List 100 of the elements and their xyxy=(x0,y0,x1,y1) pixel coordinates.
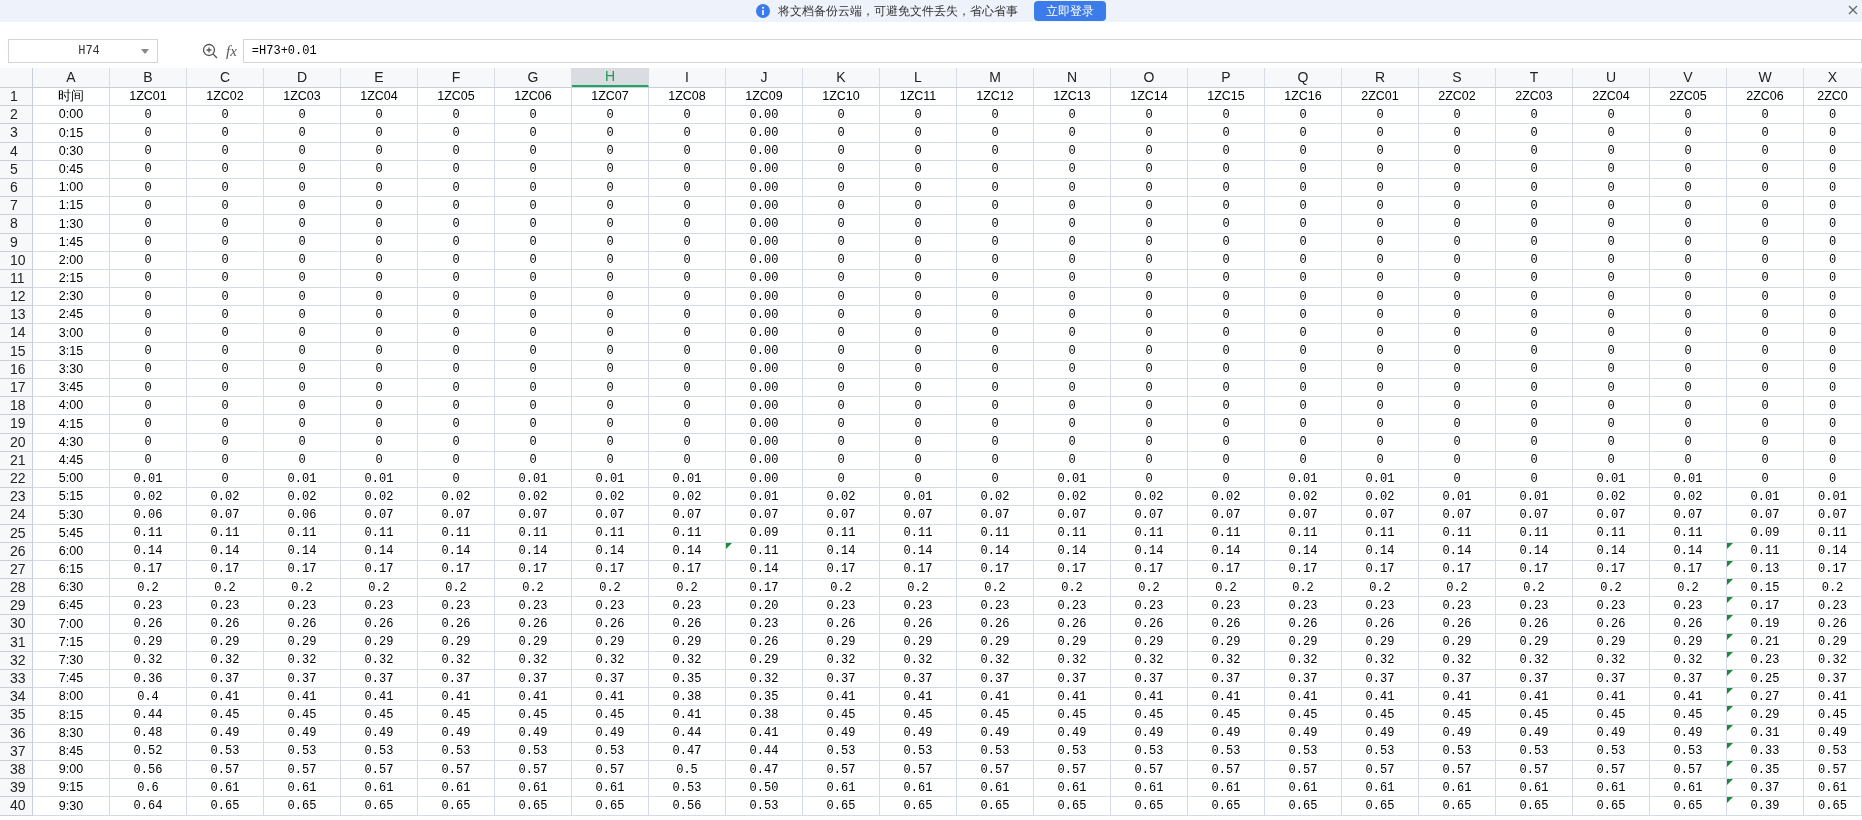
table-cell-text: 0.37 xyxy=(1134,670,1164,688)
table-cell-text: 0 xyxy=(914,143,922,161)
table-cell-text: 0.23 xyxy=(1211,597,1241,615)
row-header[interactable]: 33 xyxy=(0,670,33,689)
table-cell-text: 0.02 xyxy=(980,488,1010,506)
row-header[interactable]: 7 xyxy=(0,197,33,216)
column-header[interactable]: D xyxy=(264,68,341,87)
table-cell-text: 0 xyxy=(298,397,306,415)
row-header[interactable]: 2 xyxy=(0,106,33,125)
login-button[interactable]: 立即登录 xyxy=(1034,1,1106,21)
row-header[interactable]: 3 xyxy=(0,124,33,143)
row-header[interactable]: 39 xyxy=(0,779,33,798)
column-header[interactable]: C xyxy=(187,68,264,87)
formula-field[interactable]: =H73+0.01 xyxy=(242,39,1862,63)
table-cell-text: 0 xyxy=(1530,306,1538,324)
table-cell-text: 0 xyxy=(452,197,460,215)
row-header[interactable]: 24 xyxy=(0,506,33,525)
column-header[interactable]: N xyxy=(1034,68,1111,87)
zoom-icon[interactable] xyxy=(202,43,218,59)
table-cell-text: 0 xyxy=(298,252,306,270)
table-cell-text: 0.45 xyxy=(903,706,933,724)
table-cell-text: 0.14 xyxy=(595,543,625,561)
table-cell-text: 0 xyxy=(991,343,999,361)
table-cell-text: 0 xyxy=(1299,252,1307,270)
table-cell-text: 0.53 xyxy=(1519,743,1549,761)
table-cell-text: 0 xyxy=(1453,124,1461,142)
row-header[interactable]: 14 xyxy=(0,324,33,343)
column-header[interactable]: O xyxy=(1111,68,1188,87)
column-header[interactable]: B xyxy=(110,68,187,87)
row-header[interactable]: 1 xyxy=(0,88,33,107)
row-header[interactable]: 8 xyxy=(0,215,33,234)
table-cell-text: 0.07 xyxy=(1596,506,1626,524)
table-cell-text: 0.02 xyxy=(1365,488,1395,506)
column-header[interactable]: P xyxy=(1188,68,1265,87)
column-header[interactable]: X xyxy=(1804,68,1862,87)
row-header[interactable]: 19 xyxy=(0,415,33,434)
table-cell-text: 0 xyxy=(452,124,460,142)
table-cell-text: 0.49 xyxy=(1057,725,1087,743)
close-icon[interactable] xyxy=(1848,5,1858,15)
table-cell-text: 0.2 xyxy=(907,579,929,597)
column-header[interactable]: A xyxy=(33,68,110,87)
table-cell-text: 0.61 xyxy=(1442,779,1472,797)
table-cell-text: 0 xyxy=(1222,361,1230,379)
table-cell-text: 0 xyxy=(1299,270,1307,288)
table-cell-text: 0.17 xyxy=(1134,561,1164,579)
column-header[interactable]: E xyxy=(341,68,418,87)
row-header[interactable]: 40 xyxy=(0,797,33,816)
table-cell-text: 0 xyxy=(298,434,306,452)
row-header[interactable]: 29 xyxy=(0,597,33,616)
table-cell-text: 0.37 xyxy=(1442,670,1472,688)
column-header[interactable]: U xyxy=(1573,68,1650,87)
column-header[interactable]: W xyxy=(1727,68,1804,87)
table-cell-text: 0.23 xyxy=(210,597,240,615)
column-header[interactable]: T xyxy=(1496,68,1573,87)
table-cell-text: 0 xyxy=(1453,288,1461,306)
column-header[interactable]: K xyxy=(803,68,880,87)
table-cell-text: 0.02 xyxy=(518,488,548,506)
table-cell-text: 0.14 xyxy=(1057,543,1087,561)
name-box[interactable]: H74 xyxy=(8,39,158,63)
table-cell-text: 0.41 xyxy=(826,688,856,706)
table-cell-text: 0 xyxy=(144,143,152,161)
table-cell-text: 0 xyxy=(298,124,306,142)
column-header[interactable]: Q xyxy=(1265,68,1342,87)
table-cell-text: 0 xyxy=(1145,215,1153,233)
table-cell-text: 0 xyxy=(1145,361,1153,379)
row-header[interactable]: 35 xyxy=(0,706,33,725)
table-cell-text: 0 xyxy=(1530,270,1538,288)
column-header[interactable]: R xyxy=(1342,68,1419,87)
row-header[interactable]: 18 xyxy=(0,397,33,416)
row-header[interactable]: 13 xyxy=(0,306,33,325)
table-cell-text: 0.01 xyxy=(1519,488,1549,506)
table-cell-text: 0 xyxy=(1761,288,1769,306)
column-header[interactable]: V xyxy=(1650,68,1727,87)
table-cell-text: 0.01 xyxy=(364,470,394,488)
table-cell-text: 0 xyxy=(1828,161,1837,179)
row-header[interactable]: 17 xyxy=(0,379,33,398)
column-header[interactable]: F xyxy=(418,68,495,87)
column-header[interactable]: L xyxy=(880,68,957,87)
table-cell-text: 0 xyxy=(144,361,152,379)
table-cell-text: 0.2 xyxy=(368,579,390,597)
table-cell-text: 0.32 xyxy=(980,652,1010,670)
table-cell-text: 0 xyxy=(1761,197,1769,215)
banner-message: 将文档备份云端，可避免文件丢失，省心省事 xyxy=(778,3,1018,20)
row-header[interactable]: 28 xyxy=(0,579,33,598)
table-cell-text: 1ZC05 xyxy=(437,88,475,106)
column-header[interactable]: J xyxy=(726,68,803,87)
table-cell-text: 0.00 xyxy=(749,306,779,324)
column-header[interactable]: I xyxy=(649,68,726,87)
fx-label[interactable]: fx xyxy=(226,39,237,63)
table-cell-text: 0 xyxy=(221,306,229,324)
row-header[interactable]: 23 xyxy=(0,488,33,507)
row-header[interactable]: 12 xyxy=(0,288,33,307)
table-cell-text: 0.57 xyxy=(1365,761,1395,779)
table-cell-text: 0 xyxy=(914,379,922,397)
table-cell-text: 0 xyxy=(1530,397,1538,415)
table-cell-text: 0 xyxy=(1376,343,1384,361)
row-header[interactable]: 34 xyxy=(0,688,33,707)
column-header[interactable]: S xyxy=(1419,68,1496,87)
column-header[interactable]: M xyxy=(957,68,1034,87)
row-header[interactable]: 30 xyxy=(0,615,33,634)
